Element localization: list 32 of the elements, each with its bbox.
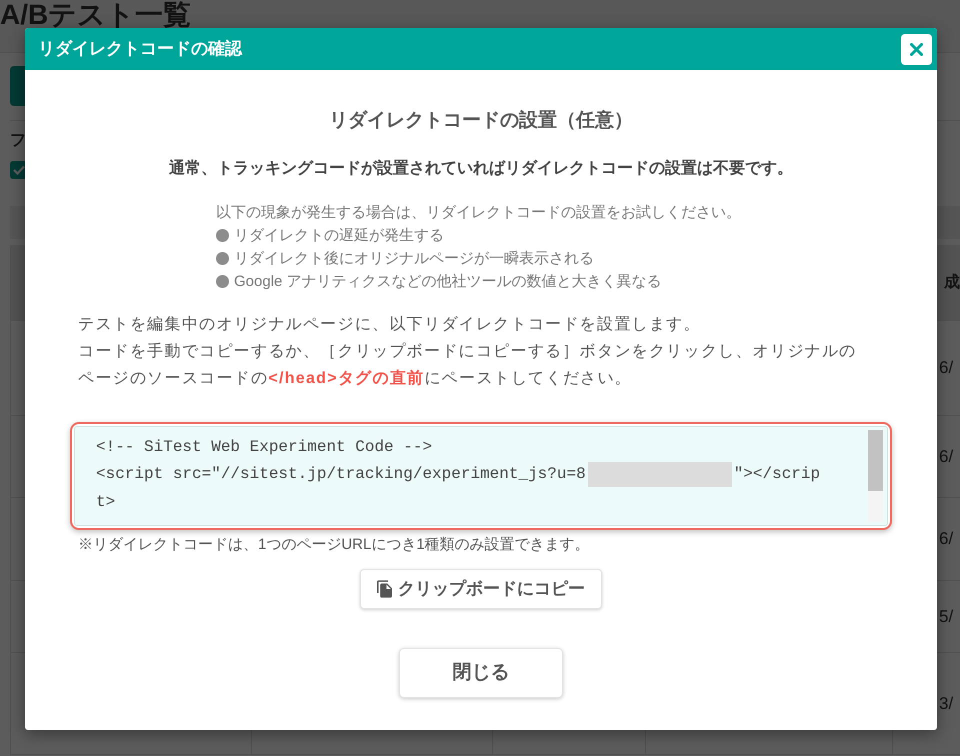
- code-field[interactable]: <!-- SiTest Web Experiment Code --> <script src="//sitest.jp/tracking/experiment_js?u=8 "></scrip t>: [74, 426, 888, 526]
- notice-item: Google アナリティクスなどの他社ツールの数値と大きく異なる: [234, 272, 662, 292]
- notice-item: リダイレクトの遅延が発生する: [234, 226, 444, 246]
- table-cell-text: 5/: [939, 606, 954, 628]
- page-title: A/Bテスト一覧: [0, 0, 192, 30]
- code-text: <script src="//sitest.jp/tracking/experiment_js?u=8: [96, 464, 586, 486]
- lead-text: 通常、トラッキングコードが設置されていればリダイレクトコードの設置は不要です。: [169, 158, 793, 179]
- table-cell-text: 3/: [939, 692, 954, 715]
- section-heading: リダイレクトコードの設置（任意）: [329, 108, 633, 133]
- instruction-text: テストを編集中のオリジナルページに、以下リダイレクトコードを設置します。: [78, 314, 702, 335]
- notice-text: 以下の現象が発生する場合は、リダイレクトコードの設置をお試しください。: [216, 203, 742, 223]
- code-text: t>: [96, 492, 116, 513]
- copy-icon: [377, 580, 392, 598]
- table-cell-text: 6/: [939, 528, 954, 550]
- code-text: "></scrip: [734, 464, 820, 486]
- column-header: 成: [944, 272, 960, 292]
- notice-item: リダイレクト後にオリジナルページが一瞬表示される: [234, 249, 594, 269]
- copy-button[interactable]: クリップボードにコピー: [360, 569, 602, 609]
- footnote-text: ※リダイレクトコードは、1つのページURLにつき1種類のみ設置できます。: [77, 535, 591, 555]
- bullet-icon: [216, 229, 229, 242]
- bullet-icon: [216, 252, 229, 265]
- code-text: <!-- SiTest Web Experiment Code -->: [96, 436, 432, 458]
- dialog-title: リダイレクトコードの確認: [38, 38, 242, 60]
- close-icon: [910, 42, 923, 56]
- table-cell-text: 6/: [939, 446, 954, 468]
- bullet-icon: [216, 275, 229, 288]
- table-cell-text: 6/: [939, 357, 954, 380]
- close-dialog-button[interactable]: 閉じる: [399, 648, 563, 698]
- scrollbar-thumb[interactable]: [868, 430, 883, 491]
- close-button[interactable]: [901, 34, 932, 64]
- instruction-text: コードを手動でコピーするか、［クリップボードにコピーする］ボタンをクリックし、オリジナルのページのソースコードの</head>タグの直前にペーストしてください。: [78, 342, 858, 389]
- filter-label: フ: [10, 132, 26, 149]
